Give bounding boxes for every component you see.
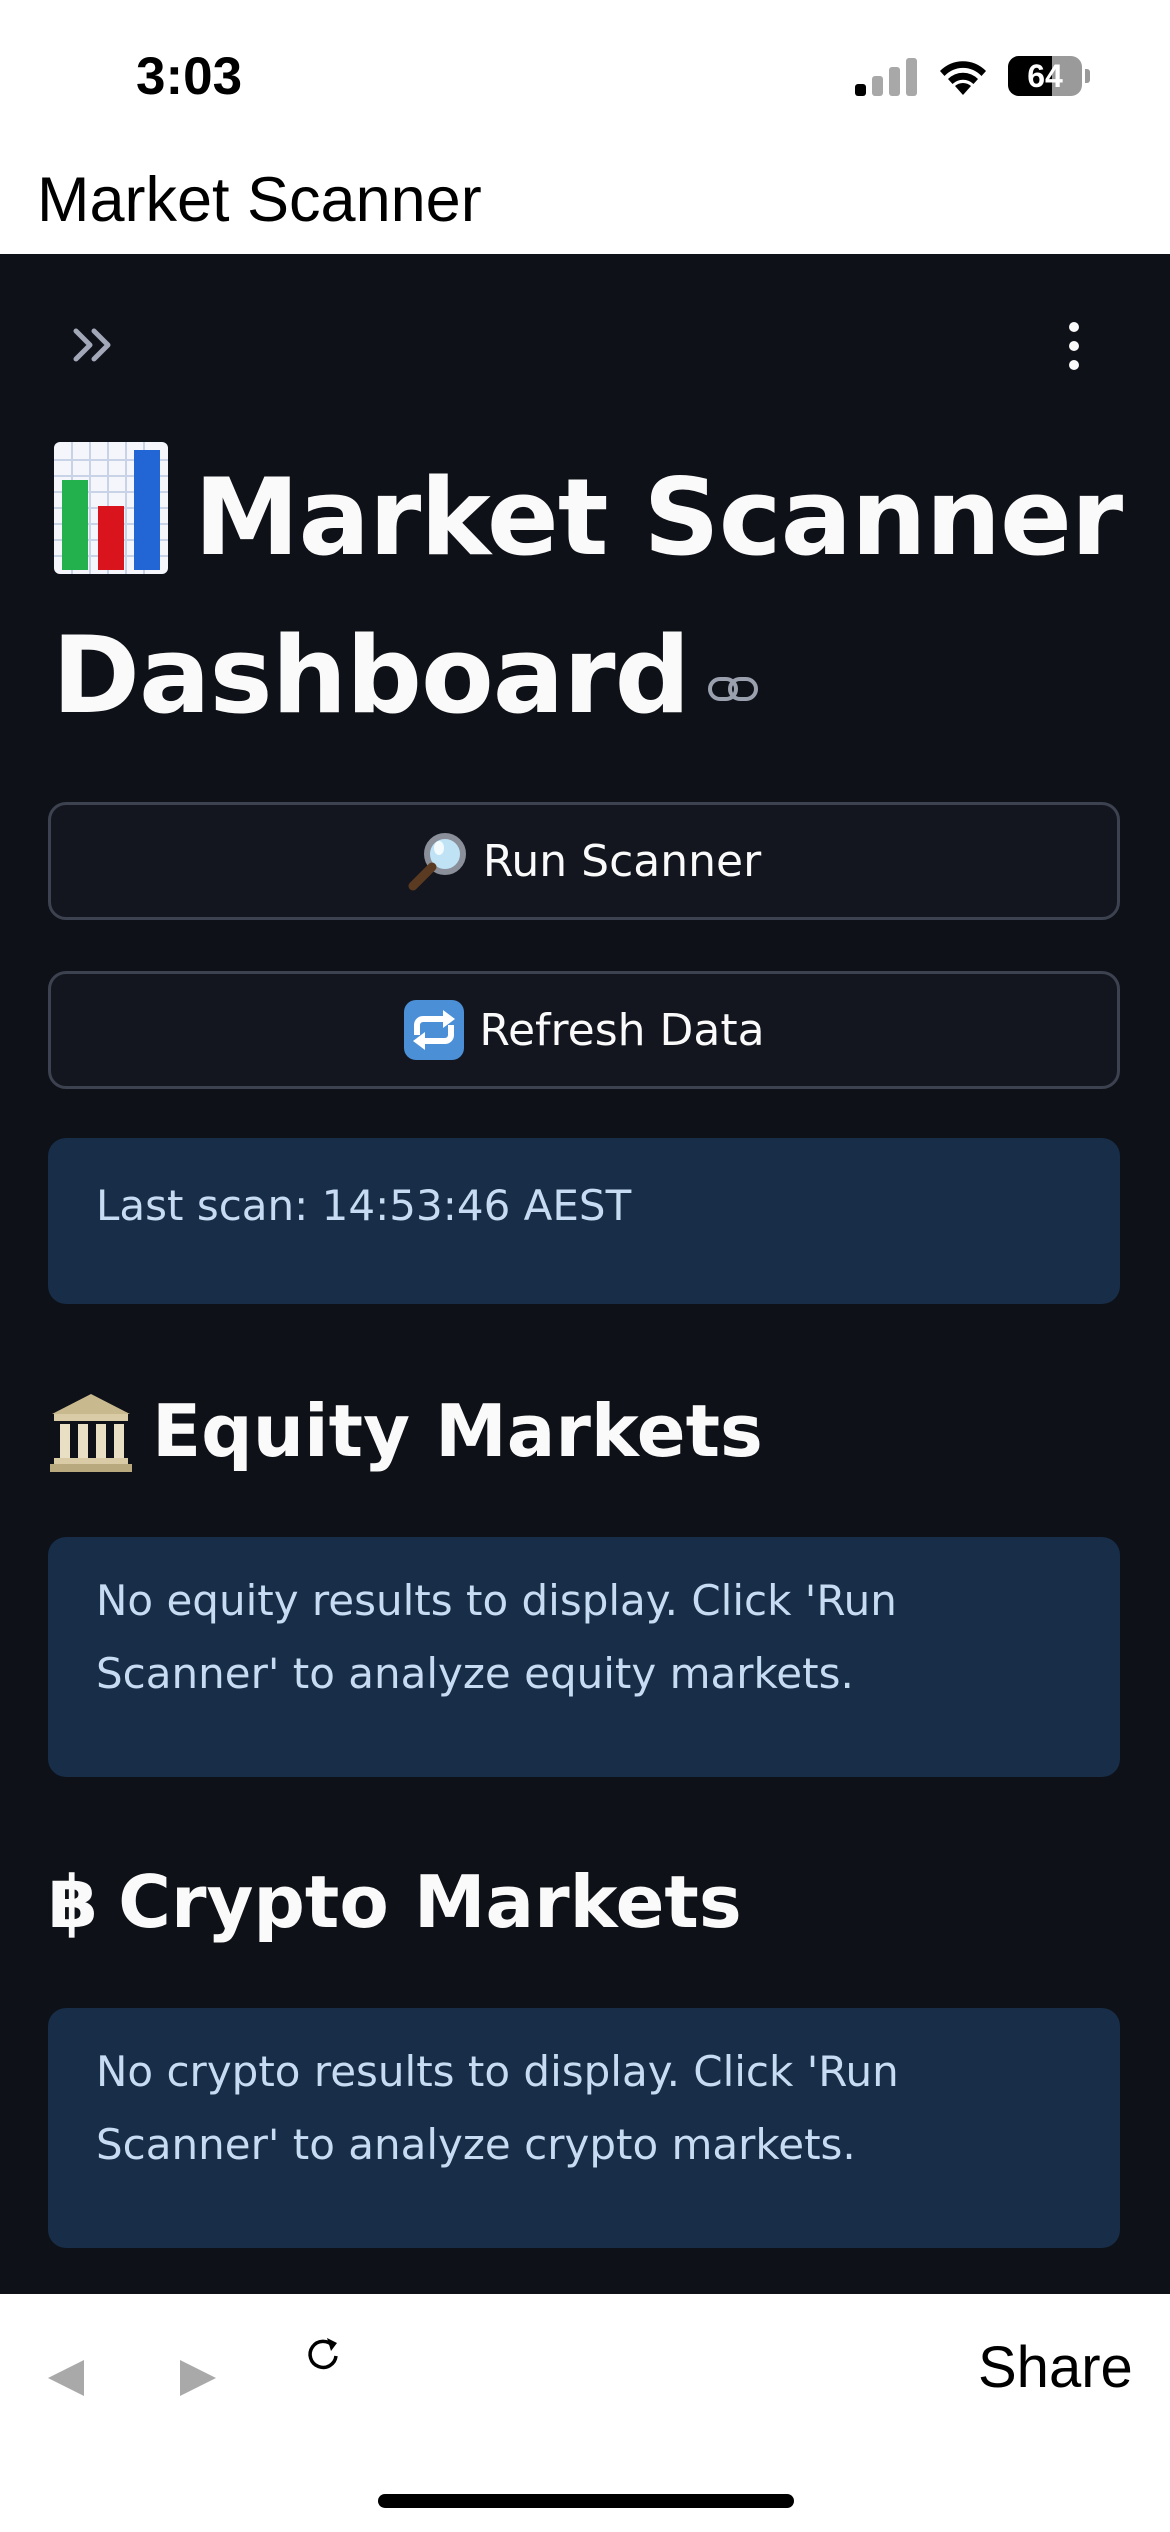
battery-icon: 64 <box>1008 56 1082 96</box>
status-bar: 3:03 64 <box>0 0 1170 150</box>
crypto-empty-message: No crypto results to display. Click 'Run… <box>48 2008 1120 2248</box>
crypto-markets-heading: ฿ Crypto Markets <box>48 1857 1120 1947</box>
last-scan-info: Last scan: 14:53:46 AEST <box>48 1138 1120 1304</box>
status-time: 3:03 <box>136 47 243 106</box>
equity-empty-message: No equity results to display. Click 'Run… <box>48 1537 1120 1777</box>
battery-nub <box>1085 69 1090 83</box>
page-title-block: Market Scanner Dashboard <box>52 439 1132 755</box>
cellular-signal-icon <box>855 58 917 96</box>
bank-icon <box>50 1394 132 1472</box>
crypto-heading-text: Crypto Markets <box>118 1860 742 1944</box>
page-title: Market Scanner Dashboard <box>52 456 1123 737</box>
repeat-icon <box>404 1000 465 1060</box>
forward-icon[interactable] <box>176 2356 220 2400</box>
reload-icon[interactable] <box>303 2334 343 2374</box>
run-scanner-button[interactable]: Run Scanner <box>48 802 1120 920</box>
back-icon[interactable] <box>44 2356 88 2400</box>
run-scanner-label: Run Scanner <box>482 835 762 887</box>
more-options-icon[interactable] <box>1056 318 1092 374</box>
browser-title: Market Scanner <box>37 165 482 235</box>
equity-heading-text: Equity Markets <box>152 1389 763 1473</box>
bar-chart-icon <box>54 442 168 574</box>
browser-title-bar: Market Scanner <box>0 150 1170 254</box>
browser-toolbar: Share <box>0 2294 1170 2532</box>
app-main: Market Scanner Dashboard Run Scanner Ref… <box>0 254 1170 2294</box>
magnifier-icon <box>408 833 466 891</box>
equity-markets-heading: Equity Markets <box>48 1386 1120 1476</box>
screen: 3:03 64 Market Scanner Market Scanner Da… <box>0 0 1170 2532</box>
bitcoin-icon: ฿ <box>48 1860 99 1944</box>
refresh-data-button[interactable]: Refresh Data <box>48 971 1120 1089</box>
wifi-icon <box>940 61 986 95</box>
refresh-data-label: Refresh Data <box>479 1004 765 1056</box>
crypto-message-text: No crypto results to display. Click 'Run… <box>96 2047 899 2169</box>
last-scan-text: Last scan: 14:53:46 AEST <box>96 1181 632 1230</box>
home-indicator[interactable] <box>378 2494 794 2508</box>
link-icon[interactable] <box>707 674 759 704</box>
battery-level: 64 <box>1027 58 1063 94</box>
equity-message-text: No equity results to display. Click 'Run… <box>96 1576 897 1698</box>
expand-sidebar-icon[interactable] <box>70 321 118 369</box>
share-button[interactable]: Share <box>978 2334 1133 2401</box>
